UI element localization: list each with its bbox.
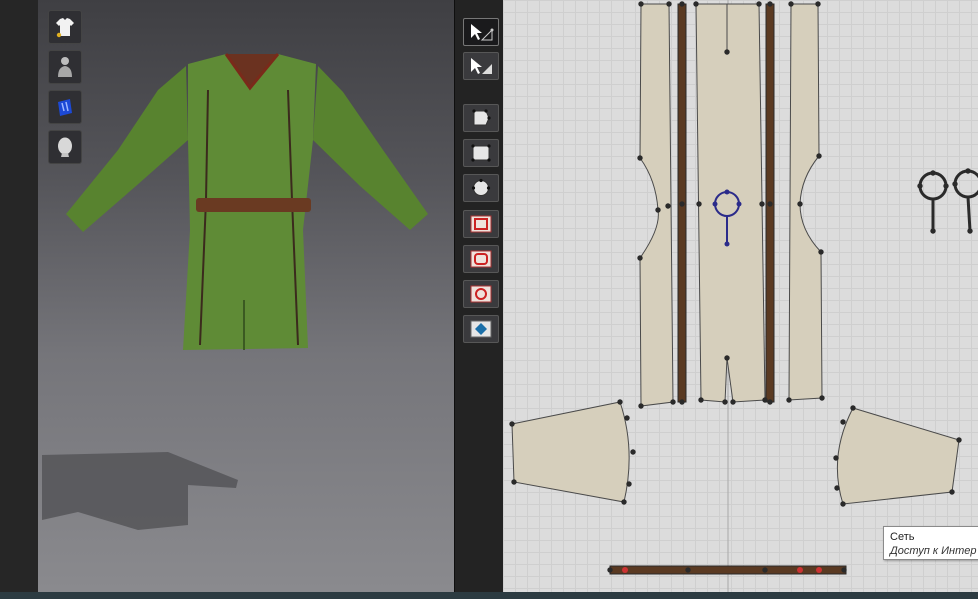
internal-rectangle-tool[interactable] xyxy=(463,210,499,238)
select-move-icon xyxy=(471,24,494,41)
rectangle-icon xyxy=(471,144,491,162)
tunic-model xyxy=(66,53,428,350)
pattern-window[interactable] xyxy=(503,0,978,592)
internal-circle-icon xyxy=(470,285,492,303)
tooltip-description: Доступ к Интер xyxy=(890,545,977,557)
pattern-piece-ring-2[interactable] xyxy=(953,169,978,232)
garment-render[interactable] xyxy=(38,0,454,592)
rectangle-tool[interactable] xyxy=(463,139,499,167)
circle-icon xyxy=(471,178,491,196)
pattern-piece-sleeve-left[interactable] xyxy=(511,401,630,503)
internal-rectangle-icon xyxy=(470,215,492,233)
garment-shadow xyxy=(42,452,238,530)
status-bar xyxy=(0,592,978,599)
circle-tool[interactable] xyxy=(463,174,499,202)
internal-polygon-icon xyxy=(470,250,492,268)
transform-pattern-icon xyxy=(471,58,492,74)
left-gutter xyxy=(0,0,39,599)
edit-pattern-icon xyxy=(472,109,491,126)
select-move-tool[interactable] xyxy=(463,18,499,46)
tooltip-title: Сеть xyxy=(890,531,915,543)
pattern-piece-ring-1[interactable] xyxy=(918,171,948,231)
tooltip: Сеть Доступ к Интер xyxy=(883,526,978,560)
dart-icon xyxy=(470,320,492,338)
pattern-piece-back[interactable] xyxy=(695,3,766,403)
internal-circle-tool[interactable] xyxy=(463,280,499,308)
edit-pattern-tool[interactable] xyxy=(463,104,499,132)
pattern-piece-front-right[interactable] xyxy=(788,3,823,401)
internal-polygon-tool[interactable] xyxy=(463,245,499,273)
dart-tool[interactable] xyxy=(463,315,499,343)
pattern-canvas[interactable] xyxy=(503,0,978,592)
pattern-piece-belt[interactable] xyxy=(609,565,847,575)
3d-viewport[interactable] xyxy=(38,0,454,592)
belt xyxy=(196,198,311,212)
pattern-piece-sleeve-right[interactable] xyxy=(836,407,960,505)
transform-pattern-tool[interactable] xyxy=(463,52,499,80)
pattern-toolbar xyxy=(454,0,505,592)
